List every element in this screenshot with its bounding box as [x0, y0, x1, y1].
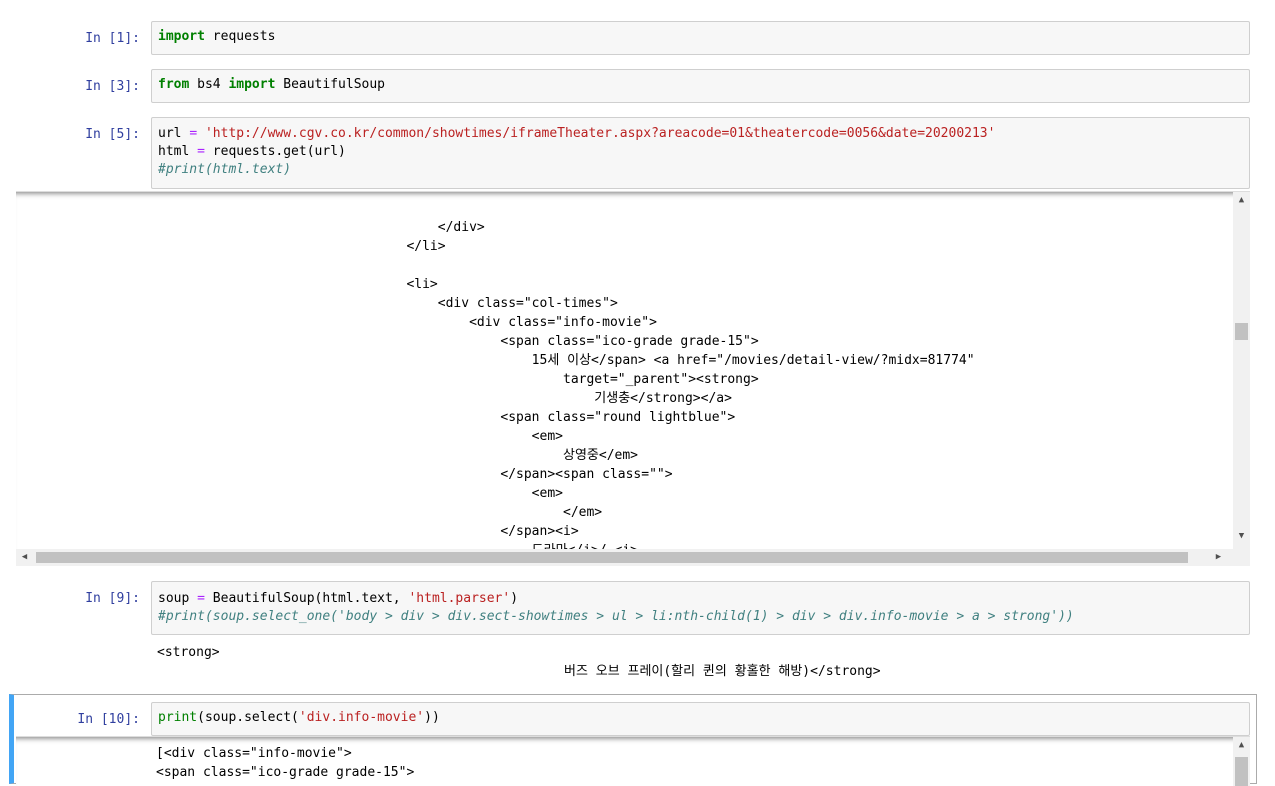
output-line: </span><i> — [156, 524, 579, 539]
code-line: import requests — [158, 28, 1243, 46]
output-line: </span><span class=""> — [156, 467, 673, 482]
output-line: [<div class="info-movie"> — [156, 746, 352, 761]
input-prompt: In [5]: — [85, 127, 140, 142]
output-line: <span class="ico-grade grade-15"> — [156, 334, 759, 349]
code-editor[interactable]: from bs4 import BeautifulSoup — [151, 69, 1250, 103]
output-line: <em> — [156, 486, 563, 501]
code-token: bs4 — [189, 77, 229, 92]
code-token: import — [158, 29, 205, 44]
code-line: #print(html.text) — [158, 161, 1243, 179]
code-editor[interactable]: import requests — [151, 21, 1250, 55]
horizontal-scrollbar[interactable]: ◀ ▶ — [16, 549, 1250, 566]
input-prompt: In [1]: — [85, 31, 140, 46]
code-token: html — [158, 144, 198, 159]
output-scroll-area[interactable]: </div> </li> <li> <div class="col-times"… — [16, 191, 1250, 549]
output-line: <span class="round lightblue"> — [156, 410, 736, 425]
code-token: )) — [424, 710, 440, 725]
output-text: <strong> 버즈 오브 프레이(할리 퀸의 황홀한 해방)</strong… — [157, 643, 881, 681]
output-line: </em> — [156, 505, 603, 520]
output-line: 15세 이상</span> <a href="/movies/detail-vi… — [156, 353, 975, 368]
code-editor[interactable]: url = 'http://www.cgv.co.kr/common/showt… — [151, 117, 1250, 189]
scroll-up-icon[interactable]: ▲ — [1233, 737, 1250, 754]
code-line: url = 'http://www.cgv.co.kr/common/showt… — [158, 125, 1243, 143]
input-prompt: In [9]: — [85, 591, 140, 606]
output-line: 버즈 오브 프레이(할리 퀸의 황홀한 해방)</strong> — [157, 664, 881, 679]
scroll-down-icon[interactable]: ▼ — [1233, 528, 1250, 545]
code-token: soup — [158, 591, 198, 606]
vertical-scrollbar[interactable]: ▲ — [1233, 737, 1250, 786]
code-editor[interactable]: soup = BeautifulSoup(html.text, 'html.pa… — [151, 581, 1250, 635]
code-token: 'http://www.cgv.co.kr/common/showtimes/i… — [204, 126, 996, 141]
code-token: #print(html.text) — [158, 162, 292, 177]
output-scroll-area[interactable]: [<div class="info-movie"> <span class="ic… — [16, 736, 1250, 786]
scroll-up-icon[interactable]: ▲ — [1233, 192, 1250, 209]
vertical-scrollbar[interactable]: ▲ ▼ — [1233, 192, 1250, 549]
code-token: = — [197, 591, 205, 606]
output-line: target="_parent"><strong> — [156, 372, 759, 387]
output-text: [<div class="info-movie"> <span class="ic… — [156, 744, 414, 782]
code-line: #print(soup.select_one('body > div > div… — [158, 608, 1243, 626]
code-token: requests.get(url) — [204, 144, 346, 159]
code-token: (soup.select( — [197, 710, 299, 725]
code-editor[interactable]: print(soup.select('div.info-movie')) — [151, 702, 1250, 736]
code-token: ) — [510, 591, 519, 606]
notebook-cell-1[interactable]: In [1]: import requests — [0, 21, 1275, 55]
code-token: #print(soup.select_one('body > div > div… — [158, 609, 1074, 624]
output-line: </div> — [156, 220, 485, 235]
output-line: 드라마</i>/ <i> — [156, 541, 975, 549]
code-token: print — [158, 710, 198, 725]
code-token: 'html.parser' — [408, 591, 511, 606]
output-line: <strong> — [157, 645, 220, 660]
code-line: print(soup.select('div.info-movie')) — [158, 709, 1243, 727]
scrollbar-thumb[interactable] — [1235, 323, 1248, 340]
output-line: 기생충</strong></a> — [156, 391, 732, 406]
output-line: <em> — [156, 429, 563, 444]
code-token: from — [158, 77, 190, 92]
code-token: url — [158, 126, 190, 141]
notebook-cell-5[interactable]: In [5]: url = 'http://www.cgv.co.kr/comm… — [0, 117, 1275, 191]
code-token: 'div.info-movie' — [298, 710, 425, 725]
output-line: </li> — [156, 239, 446, 254]
code-token: requests — [204, 29, 276, 44]
output-line: <div class="col-times"> — [156, 296, 618, 311]
scrollbar-thumb[interactable] — [36, 552, 1188, 563]
output-line: <div class="info-movie"> — [156, 315, 657, 330]
code-token: = — [197, 144, 205, 159]
output-text: </div> </li> <li> <div class="col-times"… — [156, 218, 975, 549]
code-line: soup = BeautifulSoup(html.text, 'html.pa… — [158, 590, 1243, 608]
code-line: html = requests.get(url) — [158, 143, 1243, 161]
output-line: 상영중</em> — [156, 448, 638, 463]
output-line: <li> — [156, 277, 438, 292]
code-token: = — [189, 126, 198, 141]
code-token: BeautifulSoup — [275, 77, 385, 92]
scroll-left-icon[interactable]: ◀ — [16, 549, 33, 566]
input-prompt: In [3]: — [85, 79, 140, 94]
scrollbar-thumb[interactable] — [1235, 757, 1248, 786]
input-prompt: In [10]: — [77, 712, 140, 727]
notebook-cell-3[interactable]: In [3]: from bs4 import BeautifulSoup — [0, 69, 1275, 103]
scroll-right-icon[interactable]: ▶ — [1210, 549, 1227, 566]
notebook-cell-9[interactable]: In [9]: soup = BeautifulSoup(html.text, … — [0, 581, 1275, 637]
notebook-cell-10[interactable]: In [10]: print(soup.select('div.info-mov… — [0, 702, 1275, 736]
code-token: import — [228, 77, 276, 92]
output-line: <span class="ico-grade grade-15"> — [156, 765, 415, 780]
code-token: BeautifulSoup(html.text, — [204, 591, 409, 606]
code-line: from bs4 import BeautifulSoup — [158, 76, 1243, 94]
